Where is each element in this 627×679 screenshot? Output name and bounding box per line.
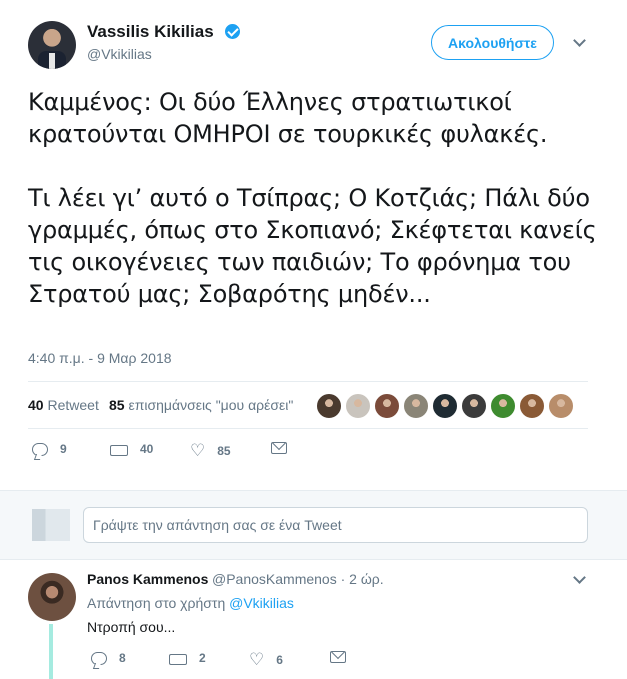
reply-tweet[interactable]: Panos Kammenos @PanosKammenos · 2 ώρ. Απ… [0,561,627,679]
thread-line [49,624,53,679]
chevron-down-icon[interactable] [573,571,586,584]
retweet-label: Retweet [47,397,99,413]
liker-avatar[interactable] [432,393,458,419]
reply-input[interactable]: Γράψτε την απάντηση σας σε ένα Tweet [83,507,588,543]
heart-icon: ♡ [190,441,206,460]
heart-icon: ♡ [249,650,265,669]
mail-icon [330,651,346,663]
liker-avatar[interactable] [403,393,429,419]
like-action-count: 6 [276,652,283,667]
tweet-timestamp[interactable]: 4:40 π.μ. - 9 Μαρ 2018 [28,350,172,366]
follow-button[interactable]: Ακολουθήστε [431,25,554,60]
reply-button[interactable]: 9 [32,442,67,456]
reply-author-name[interactable]: Panos Kammenos [87,571,208,587]
like-action-count: 85 [217,443,231,458]
tweet-stats: 40 Retweet 85 επισημάνσεις "μου αρέσει" [28,381,588,429]
author-handle[interactable]: @Vkikilias [87,46,152,62]
avatar[interactable] [28,21,76,69]
retweet-count: 40 [28,397,44,413]
liker-avatar[interactable] [490,393,516,419]
retweet-icon [169,652,187,665]
replying-to: Απάντηση στο χρήστη @Vkikilias [87,595,294,611]
reply-count: 9 [60,442,67,456]
reply-icon [91,651,107,665]
like-button[interactable]: ♡ 6 [249,651,283,668]
retweet-icon [110,443,128,456]
reply-text: Ντροπή σου... [87,619,176,635]
retweet-count-stat[interactable]: 40 Retweet [28,397,99,413]
tweet-header: Vassilis Kikilias @Vkikilias Ακολουθήστε [0,0,627,80]
reply-icon [32,442,48,456]
liker-avatar[interactable] [519,393,545,419]
retweet-action-count: 2 [199,651,206,665]
replying-prefix: Απάντηση στο χρήστη [87,595,226,611]
reply-author-avatar[interactable] [28,573,76,621]
reply-button[interactable]: 8 [91,651,126,665]
liker-avatars [316,393,574,419]
replying-handle-link[interactable]: @Vkikilias [229,595,294,611]
liker-avatar[interactable] [374,393,400,419]
tweet-actions: 9 40 ♡ 85 [28,440,328,462]
like-button[interactable]: ♡ 85 [190,442,231,459]
reply-count: 8 [119,651,126,665]
retweet-button[interactable]: 2 [169,651,206,665]
verified-badge-icon [225,24,240,39]
author-name[interactable]: Vassilis Kikilias [87,22,214,42]
retweet-action-count: 40 [140,442,154,456]
reply-composer: Γράψτε την απάντηση σας σε ένα Tweet [0,490,627,560]
retweet-button[interactable]: 40 [110,442,153,456]
tweet-text: Καμμένος: Οι δύο Έλληνες στρατιωτικοί κρ… [28,88,597,308]
mail-icon [271,442,287,454]
reply-author-handle[interactable]: @PanosKammenos · 2 ώρ. [212,571,384,587]
liker-avatar[interactable] [548,393,574,419]
direct-message-button[interactable] [330,651,346,663]
like-count: 85 [109,397,125,413]
liker-avatar[interactable] [316,393,342,419]
reply-actions: 8 2 ♡ 6 [87,649,387,671]
liker-avatar[interactable] [461,393,487,419]
chevron-down-icon[interactable] [573,34,586,47]
direct-message-button[interactable] [271,442,287,454]
liker-avatar[interactable] [345,393,371,419]
like-count-stat[interactable]: 85 επισημάνσεις "μου αρέσει" [109,397,293,413]
like-label: επισημάνσεις "μου αρέσει" [128,397,294,413]
current-user-avatar [32,509,70,541]
